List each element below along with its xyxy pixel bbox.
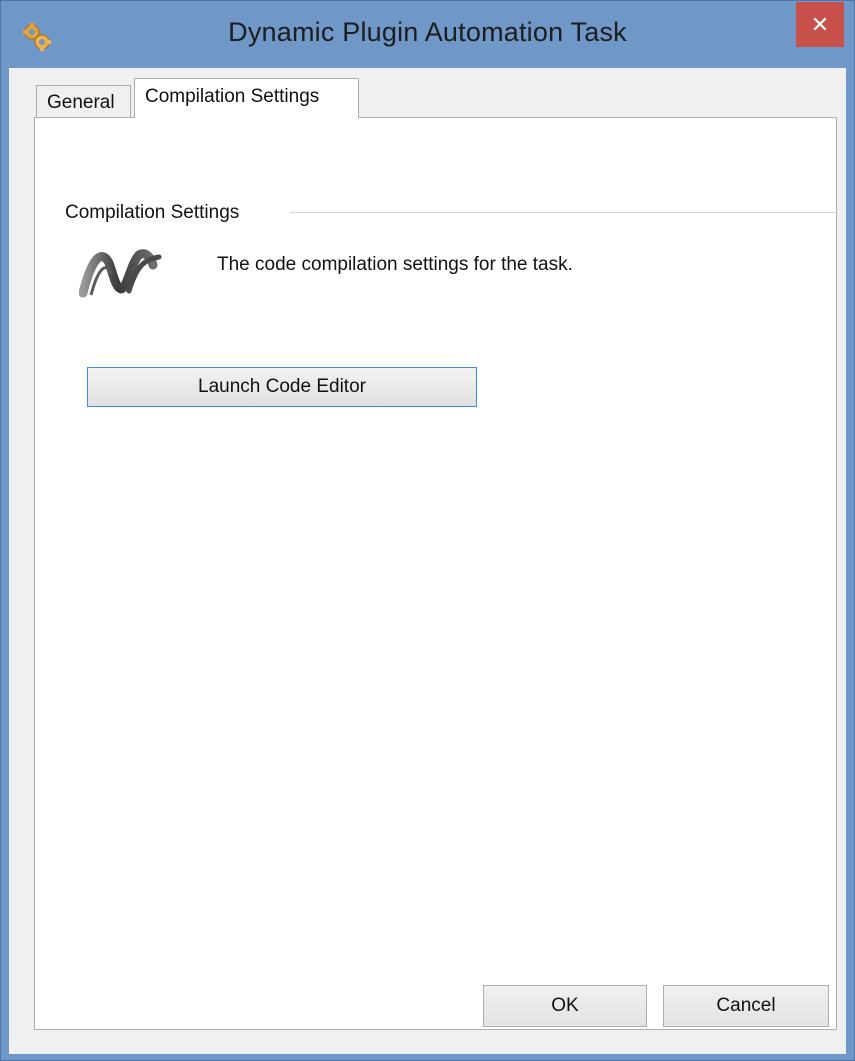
window-title: Dynamic Plugin Automation Task <box>228 17 627 47</box>
description-text: The code compilation settings for the ta… <box>217 254 573 275</box>
group-divider <box>290 212 838 213</box>
ok-button[interactable]: OK <box>483 985 647 1027</box>
tab-compilation-settings-label: Compilation Settings <box>145 86 320 107</box>
dotnet-logo-icon <box>79 249 162 298</box>
launch-code-editor-button[interactable]: Launch Code Editor <box>87 367 477 407</box>
close-button[interactable]: ✕ <box>796 2 844 47</box>
tab-general-label: General <box>47 92 115 113</box>
cancel-button[interactable]: Cancel <box>663 985 829 1027</box>
group-label: Compilation Settings <box>65 202 246 224</box>
tab-general[interactable]: General <box>36 85 131 117</box>
dialog-window: Dynamic Plugin Automation Task ✕ General… <box>0 0 855 1061</box>
tab-compilation-settings[interactable]: Compilation Settings <box>134 78 359 118</box>
tab-panel: Compilation Settings The code compilatio… <box>34 117 838 1030</box>
dialog-client-area: General Compilation Settings Compilation… <box>9 68 846 1054</box>
title-bar[interactable]: Dynamic Plugin Automation Task ✕ <box>1 1 854 77</box>
close-icon: ✕ <box>810 11 830 37</box>
